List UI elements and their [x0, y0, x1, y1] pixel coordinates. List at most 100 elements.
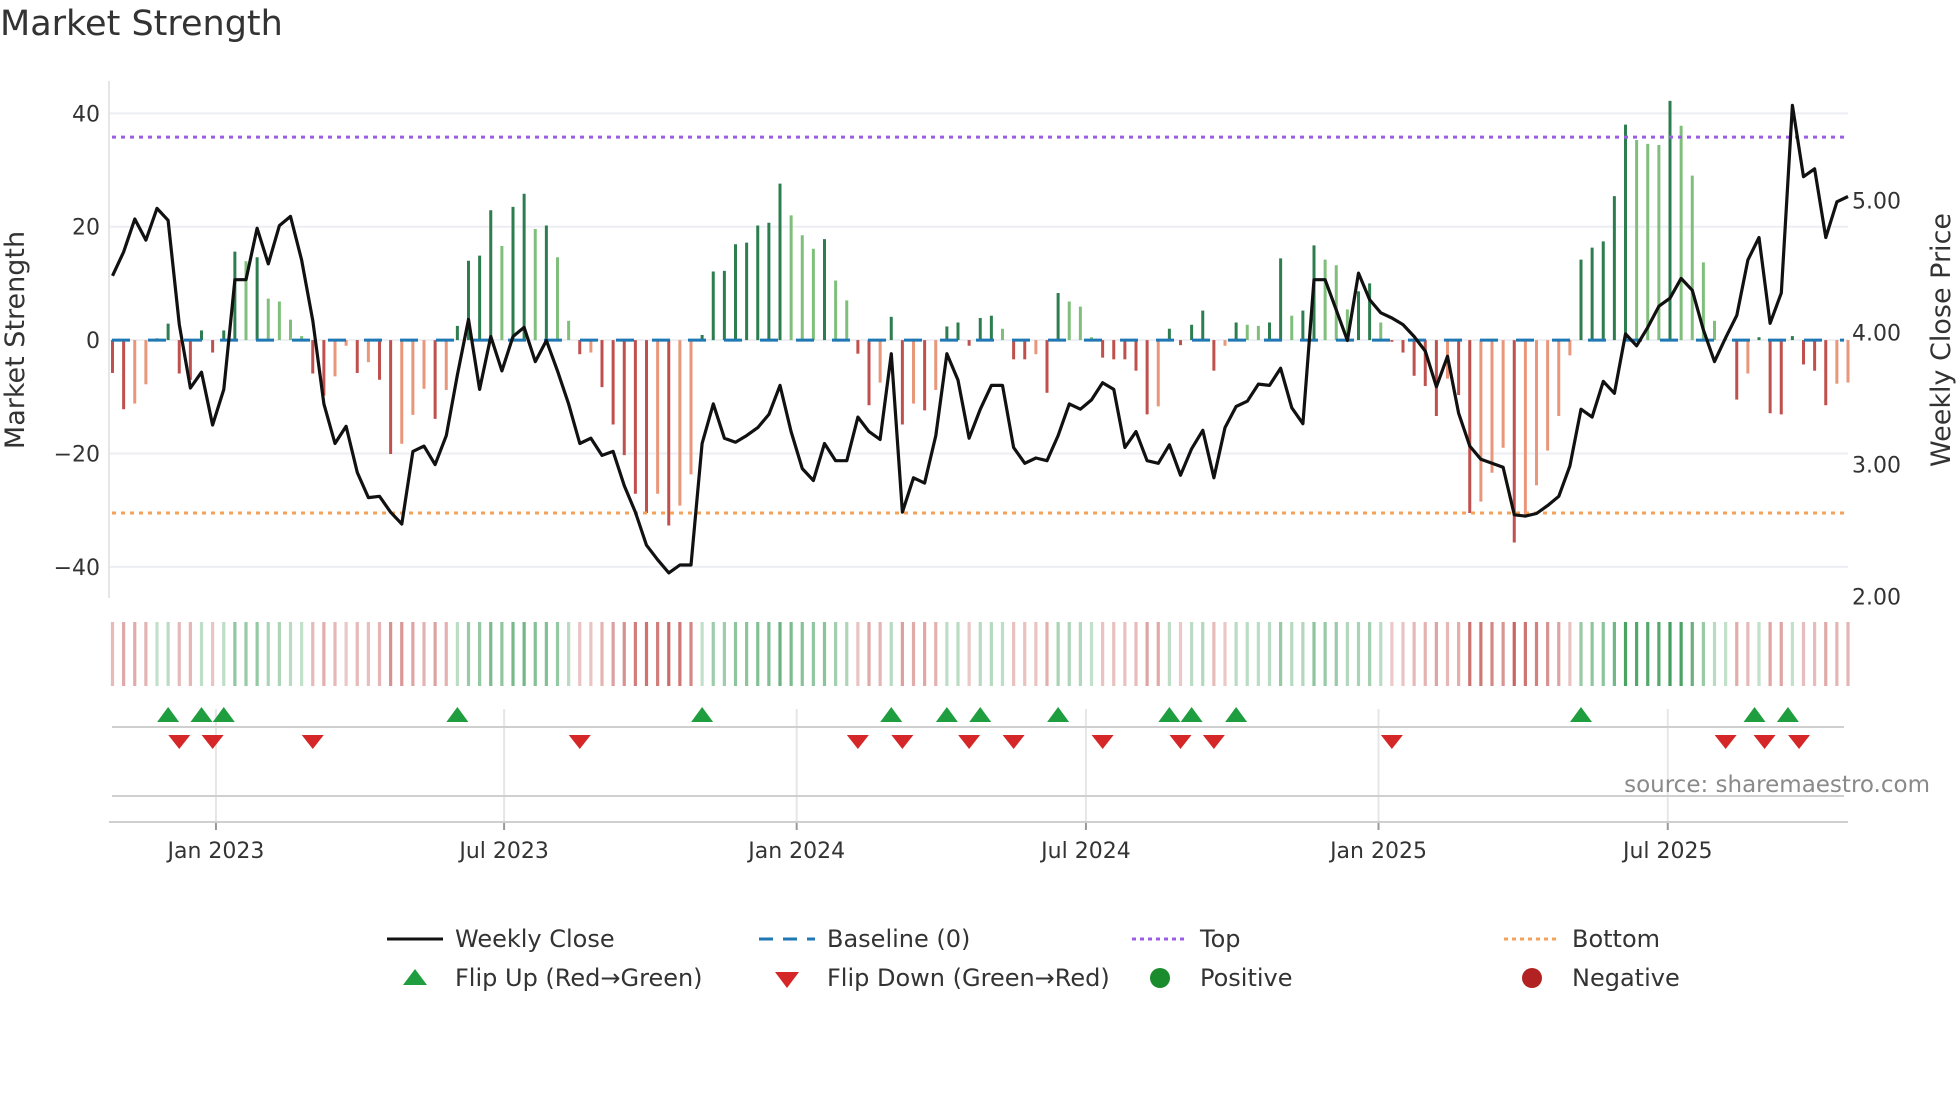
strip-bar: [1089, 622, 1094, 686]
strip-bar: [478, 622, 482, 686]
strip-bar: [733, 622, 738, 686]
dotted-line-icon: [1130, 927, 1190, 951]
x-tick-label: Jan 2023: [166, 839, 265, 864]
strip-bar: [1623, 622, 1628, 686]
legend-item-baseline[interactable]: Baseline (0): [757, 925, 970, 953]
circle-icon: [1502, 966, 1562, 990]
flip-up-marker: [935, 707, 958, 722]
legend-label: Positive: [1200, 964, 1293, 992]
strip-bar: [355, 622, 359, 686]
legend-item-flip-up[interactable]: Flip Up (Red→Green): [385, 964, 703, 992]
flip-down-marker: [568, 735, 591, 749]
flip-up-marker: [880, 707, 903, 722]
strip-bar: [1579, 622, 1583, 686]
strip-bar: [400, 622, 404, 686]
legend-label: Weekly Close: [455, 925, 615, 953]
strip-bar: [1223, 622, 1227, 686]
y-tick-label: −20: [54, 442, 100, 467]
strip-bar: [967, 622, 971, 686]
strip-bar: [1434, 622, 1438, 686]
strip-bar: [1134, 622, 1138, 686]
y-tick-label: 20: [72, 216, 100, 241]
flip-up-marker: [1776, 707, 1799, 722]
y-tick-label: 0: [86, 329, 100, 354]
strip-bar: [455, 622, 459, 686]
strip-bar: [1768, 622, 1772, 686]
flip-down-marker: [1091, 735, 1114, 749]
strip-bar: [711, 622, 715, 686]
y-tick-label: 40: [72, 102, 100, 127]
strip-bar: [522, 622, 526, 686]
strip-bar: [1101, 622, 1105, 686]
line-icon: [385, 927, 445, 951]
legend-item-flip-down[interactable]: Flip Down (Green→Red): [757, 964, 1110, 992]
y-tick-label: −40: [54, 556, 100, 581]
flip-up-marker: [691, 707, 714, 722]
flip-down-marker: [1753, 735, 1776, 749]
strip-bar: [700, 622, 704, 686]
level-lines: [112, 135, 1844, 515]
legend-label: Bottom: [1572, 925, 1661, 953]
strip-bar: [199, 622, 204, 686]
strip-bar: [633, 622, 637, 686]
strip-bar: [266, 622, 270, 686]
y2-tick-label: 5.00: [1852, 190, 1901, 215]
strip-bar: [1557, 622, 1561, 686]
strip-bar: [1390, 622, 1394, 686]
strip-bar: [1201, 622, 1205, 686]
strip-bar: [923, 622, 927, 686]
strip-bar: [1490, 622, 1494, 686]
strip-bar: [1735, 622, 1739, 686]
strip-bar: [589, 622, 593, 686]
flip-down-marker: [891, 735, 914, 749]
legend-item-positive[interactable]: Positive: [1130, 964, 1293, 992]
strip-bar: [889, 622, 893, 686]
strip-bar: [1701, 622, 1705, 686]
flip-up-marker: [1570, 707, 1592, 722]
triangle-down-icon: [757, 966, 817, 990]
legend-item-top[interactable]: Top: [1130, 925, 1241, 953]
strip-bar: [945, 622, 949, 686]
strip-bar: [1512, 622, 1516, 686]
legend-label: Flip Up (Red→Green): [455, 964, 703, 992]
strip-bar: [756, 622, 760, 686]
strip-bar: [1112, 622, 1116, 686]
strip-bar: [1835, 622, 1839, 686]
strip-bar: [166, 622, 170, 686]
strip-bar: [1078, 622, 1082, 686]
strip-bar: [1167, 622, 1171, 686]
strip-bar: [311, 622, 315, 686]
strip-bar: [1568, 622, 1572, 686]
strip-bar: [444, 622, 448, 686]
strip-bar: [656, 622, 660, 686]
strip-bar: [177, 622, 181, 686]
strip-bar: [211, 622, 215, 686]
strip-bar: [544, 622, 548, 686]
strip-bar: [466, 622, 471, 686]
strip-bar: [1145, 622, 1149, 686]
strip-bar: [500, 622, 504, 686]
strip-bar: [1445, 622, 1450, 686]
flip-down-marker: [1380, 735, 1403, 749]
strip-bar: [822, 622, 827, 686]
strip-bar: [878, 622, 882, 686]
strip-bar: [1023, 622, 1027, 686]
legend-item-weekly-close[interactable]: Weekly Close: [385, 925, 615, 953]
legend-item-negative[interactable]: Negative: [1502, 964, 1680, 992]
strip-bar: [255, 622, 259, 686]
strip-bar: [856, 622, 860, 686]
strip-bar: [1267, 622, 1272, 686]
strip-bar: [1178, 622, 1183, 686]
strip-bar: [567, 622, 571, 686]
strip-bar: [133, 622, 137, 686]
strip-bar: [1712, 622, 1717, 686]
y2-tick-label: 4.00: [1852, 322, 1901, 347]
strip-bar: [1423, 622, 1427, 686]
strip-bar: [644, 622, 649, 686]
y-axis-title: Market Strength: [0, 231, 31, 449]
strip-bar: [1690, 622, 1694, 686]
y2-axis-title: Weekly Close Price: [1926, 213, 1957, 467]
strip-bar: [1312, 622, 1316, 686]
legend-item-bottom[interactable]: Bottom: [1502, 925, 1660, 953]
source-label: source: sharemaestro.com: [1624, 772, 1930, 798]
